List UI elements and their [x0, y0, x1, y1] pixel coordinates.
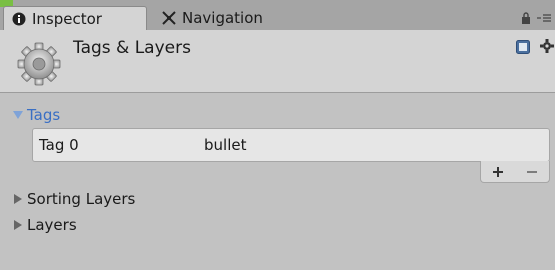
sorting-layers-label: Sorting Layers: [27, 190, 136, 208]
collapsed-arrow-icon: [14, 220, 22, 230]
settings-gear-icon[interactable]: [540, 39, 554, 53]
list-footer: [480, 161, 550, 183]
add-tag-button[interactable]: [490, 165, 506, 179]
info-icon: [12, 12, 26, 25]
remove-tag-button[interactable]: [524, 165, 540, 179]
help-book-icon[interactable]: [516, 40, 530, 54]
tag-name-label: Tag 0: [39, 136, 79, 154]
window-controls: [521, 10, 551, 26]
minus-icon: [527, 170, 537, 173]
expanded-arrow-icon: [13, 111, 23, 119]
tab-label: Inspector: [32, 9, 102, 28]
layers-label: Layers: [27, 216, 77, 234]
collapsed-arrow-icon: [14, 194, 22, 204]
lock-icon[interactable]: [521, 12, 531, 24]
tab-bar: Inspector Navigation: [0, 0, 555, 30]
tags-foldout[interactable]: Tags: [12, 105, 60, 125]
inspector-header: Tags & Layers: [0, 30, 555, 93]
tags-label: Tags: [27, 106, 61, 124]
plus-icon: [493, 166, 503, 177]
layers-foldout[interactable]: Layers: [12, 215, 77, 235]
tab-navigation[interactable]: Navigation: [160, 6, 310, 30]
tags-list: Tag 0 bullet: [32, 128, 550, 162]
sorting-layers-foldout[interactable]: Sorting Layers: [12, 189, 135, 209]
navigation-icon: [162, 11, 176, 25]
inspector-body: Tags Tag 0 bullet Sorting Layers Layers: [0, 93, 555, 270]
inspector-window: Inspector Navigation Tags & Layers Tags …: [0, 0, 555, 270]
tag-value-field[interactable]: bullet: [204, 136, 246, 154]
tab-inspector[interactable]: Inspector: [3, 6, 147, 30]
page-title: Tags & Layers: [73, 38, 191, 58]
list-item[interactable]: Tag 0 bullet: [33, 129, 549, 161]
context-menu-icon[interactable]: [537, 12, 551, 24]
gear-icon: [17, 42, 61, 86]
tab-label: Navigation: [182, 9, 263, 27]
